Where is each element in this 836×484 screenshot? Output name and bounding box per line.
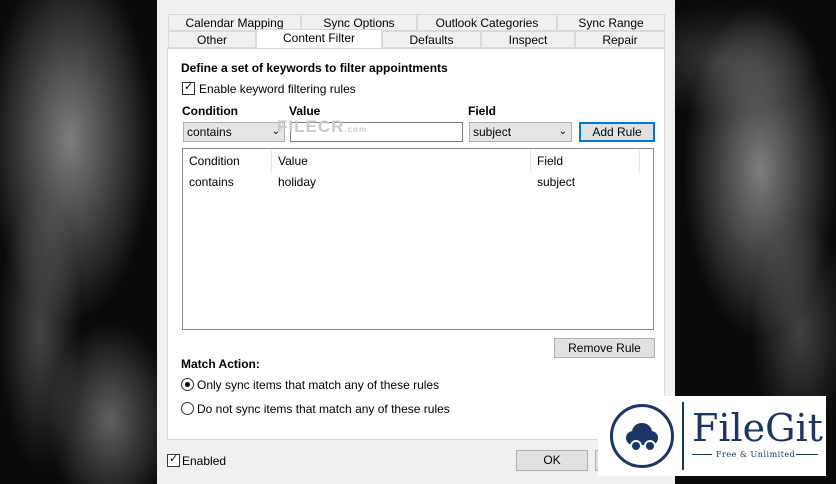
tagline-rule: [796, 454, 818, 455]
condition-label: Condition: [182, 104, 238, 118]
rule-condition: contains: [189, 175, 234, 189]
field-select-value: subject: [473, 125, 512, 139]
condition-select-value: contains: [187, 125, 232, 139]
tab-repair[interactable]: Repair: [575, 31, 665, 48]
column-separator: [639, 150, 640, 172]
value-label: Value: [289, 104, 321, 118]
watermark-sub: .com: [344, 125, 368, 134]
column-separator: [530, 150, 531, 172]
tab-other[interactable]: Other: [168, 31, 256, 48]
match-do-not-sync-radio[interactable]: [181, 402, 194, 415]
watermark-text: FILECR: [277, 117, 345, 136]
match-action-label: Match Action:: [181, 357, 260, 371]
field-select[interactable]: subject ⌄: [469, 122, 572, 142]
match-do-not-sync-label: Do not sync items that match any of thes…: [197, 402, 450, 416]
checkmark-icon: ✓: [169, 453, 179, 465]
logo-tagline: Free & Unlimited: [716, 450, 796, 459]
column-header-field[interactable]: Field: [537, 154, 563, 168]
tab-sync-range[interactable]: Sync Range: [557, 14, 665, 31]
tagline-rule: [692, 454, 712, 455]
logo-name: FileGit: [692, 406, 823, 450]
tab-defaults[interactable]: Defaults: [382, 31, 481, 48]
tab-content-filter[interactable]: Content Filter: [256, 29, 382, 49]
tab-outlook-categories[interactable]: Outlook Categories: [417, 14, 557, 31]
enabled-label: Enabled: [182, 454, 227, 468]
add-rule-button[interactable]: Add Rule: [579, 122, 655, 142]
rules-list[interactable]: Condition Value Field contains holiday s…: [182, 148, 654, 330]
remove-rule-button[interactable]: Remove Rule: [554, 338, 655, 358]
field-label: Field: [468, 104, 497, 118]
radio-dot: [185, 382, 190, 387]
match-only-sync-label: Only sync items that match any of these …: [197, 378, 440, 392]
rule-value: holiday: [278, 175, 317, 189]
column-header-condition[interactable]: Condition: [189, 154, 240, 168]
lens-shape: [630, 440, 642, 452]
column-header-value[interactable]: Value: [278, 154, 308, 168]
checkmark-icon: ✓: [184, 81, 194, 93]
column-separator: [271, 150, 272, 172]
enable-filtering-label: Enable keyword filtering rules: [199, 82, 356, 96]
rule-field: subject: [537, 175, 576, 189]
chevron-down-icon: ⌄: [558, 126, 567, 137]
condition-select[interactable]: contains ⌄: [183, 122, 285, 142]
table-row[interactable]: contains holiday subject: [183, 171, 653, 191]
filecr-watermark: FILECR.com: [277, 117, 367, 137]
tab-inspect[interactable]: Inspect: [481, 31, 575, 48]
filter-heading: Define a set of keywords to filter appoi…: [181, 61, 448, 75]
cloud-glasses-icon: [610, 404, 674, 468]
match-only-sync-radio[interactable]: [181, 378, 194, 391]
filegit-logo: FileGit Free & Unlimited: [598, 396, 826, 476]
lens-shape: [644, 440, 656, 452]
logo-divider: [682, 402, 684, 470]
enabled-checkbox[interactable]: ✓: [167, 453, 180, 467]
ok-button[interactable]: OK: [516, 450, 588, 471]
enable-filtering-checkbox[interactable]: ✓: [182, 81, 195, 95]
